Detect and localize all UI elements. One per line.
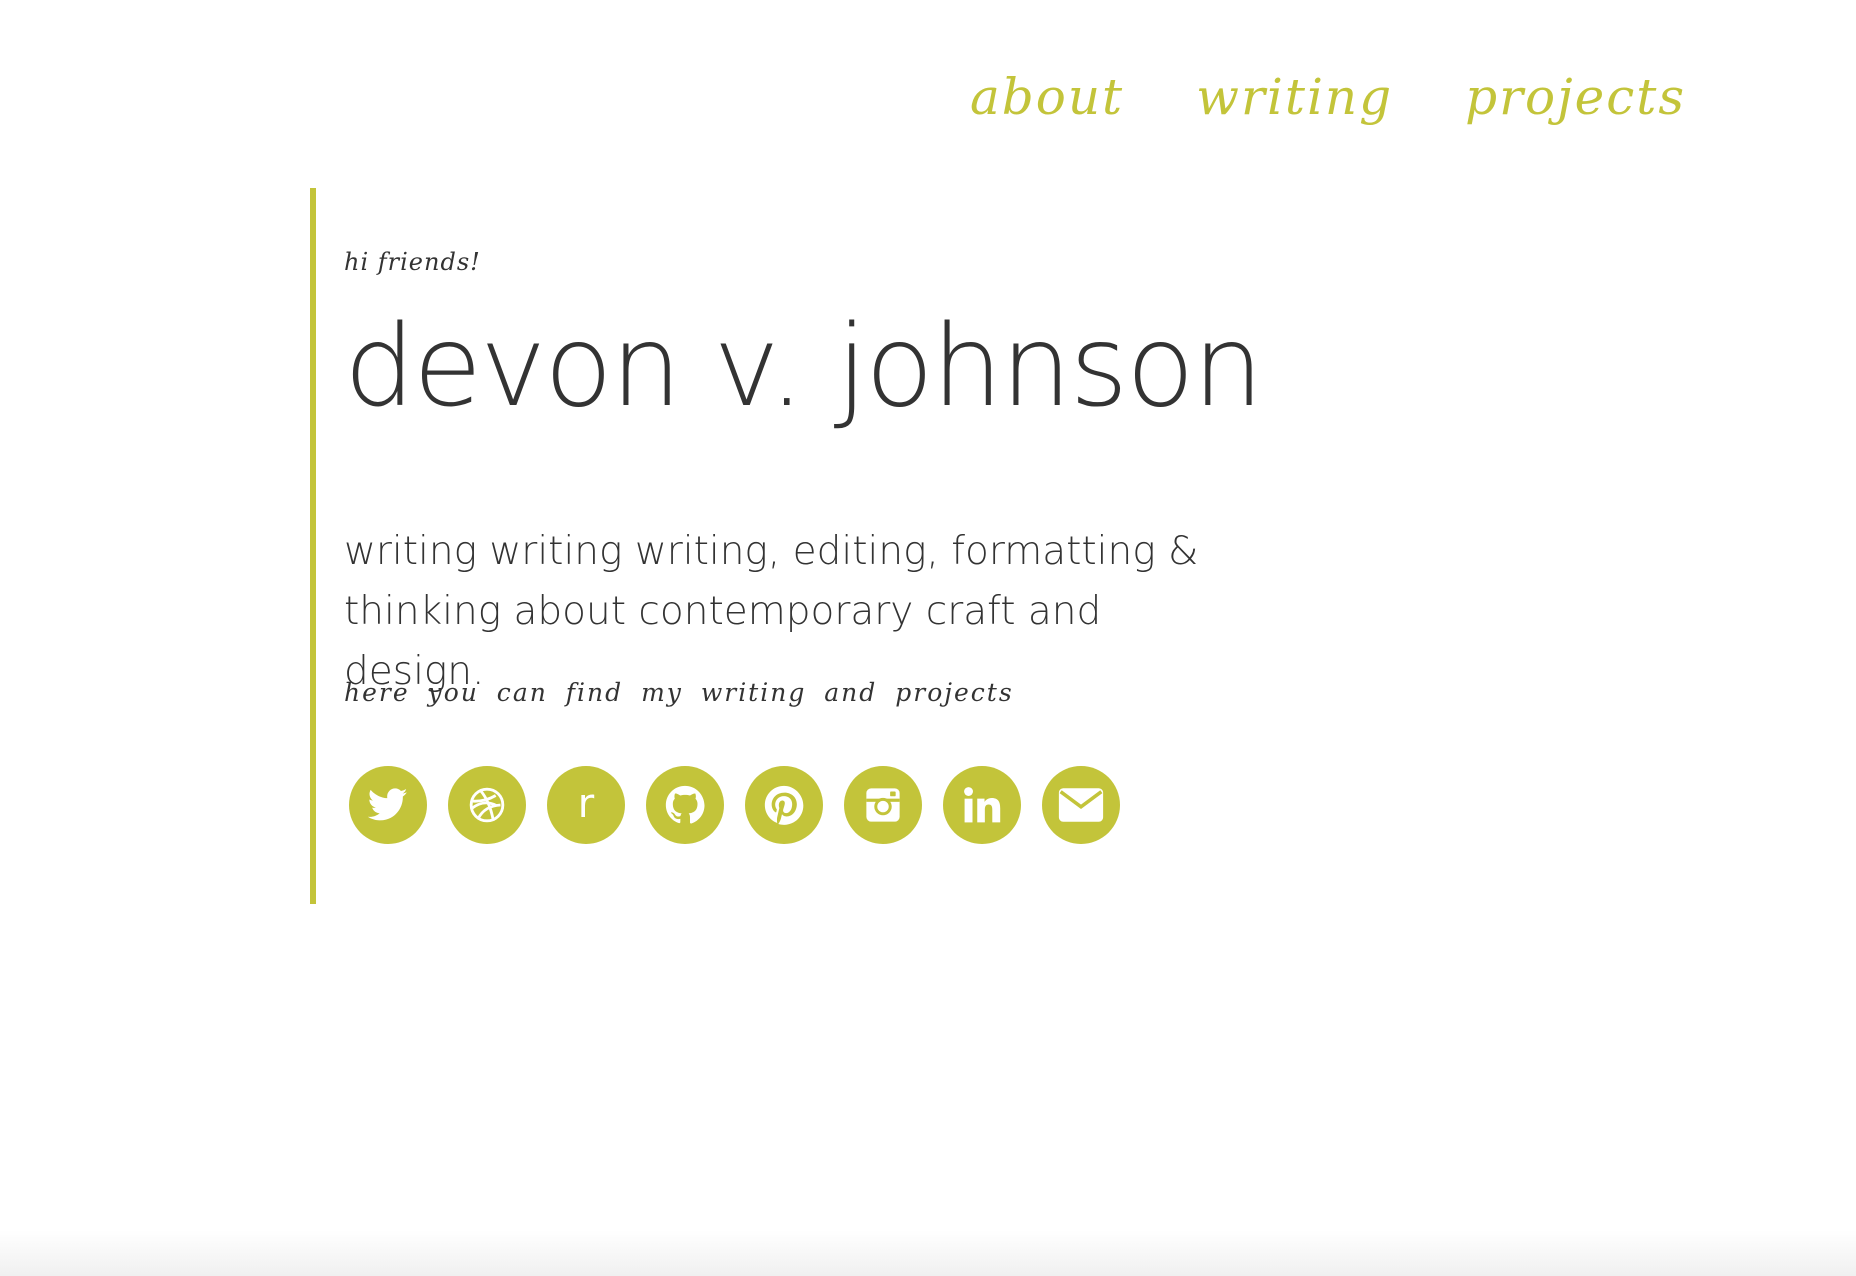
- greeting-text: hi friends!: [344, 248, 481, 276]
- email-icon: [1058, 788, 1104, 822]
- instagram-button[interactable]: [844, 766, 922, 844]
- github-button[interactable]: [646, 766, 724, 844]
- dribbble-button[interactable]: [448, 766, 526, 844]
- page-title: devon v. johnson: [344, 302, 1264, 432]
- twitter-icon: [368, 788, 408, 821]
- nav-link-projects[interactable]: projects: [1465, 72, 1686, 122]
- subtitle-text: here you can find my writing and project…: [344, 678, 1014, 707]
- social-links: r: [349, 766, 1120, 844]
- r-icon: r: [577, 781, 595, 827]
- github-icon: [665, 785, 705, 824]
- twitter-button[interactable]: [349, 766, 427, 844]
- email-button[interactable]: [1042, 766, 1120, 844]
- pinterest-icon: [764, 785, 804, 825]
- nav-link-about[interactable]: about: [970, 72, 1124, 122]
- tagline-line-1: writing writing writing, editing, format…: [344, 529, 1199, 574]
- tagline: writing writing writing, editing, format…: [344, 522, 1244, 702]
- page: about writing projects hi friends! devon…: [0, 0, 1856, 1276]
- linkedin-icon: [964, 787, 1001, 823]
- linkedin-button[interactable]: [943, 766, 1021, 844]
- intro-section: hi friends! devon v. johnson writing wri…: [310, 188, 1316, 904]
- pinterest-button[interactable]: [745, 766, 823, 844]
- nav-link-writing[interactable]: writing: [1196, 72, 1393, 122]
- main-nav: about writing projects: [970, 72, 1686, 122]
- r-button[interactable]: r: [547, 766, 625, 844]
- dribbble-icon: [469, 787, 505, 823]
- instagram-icon: [866, 788, 900, 822]
